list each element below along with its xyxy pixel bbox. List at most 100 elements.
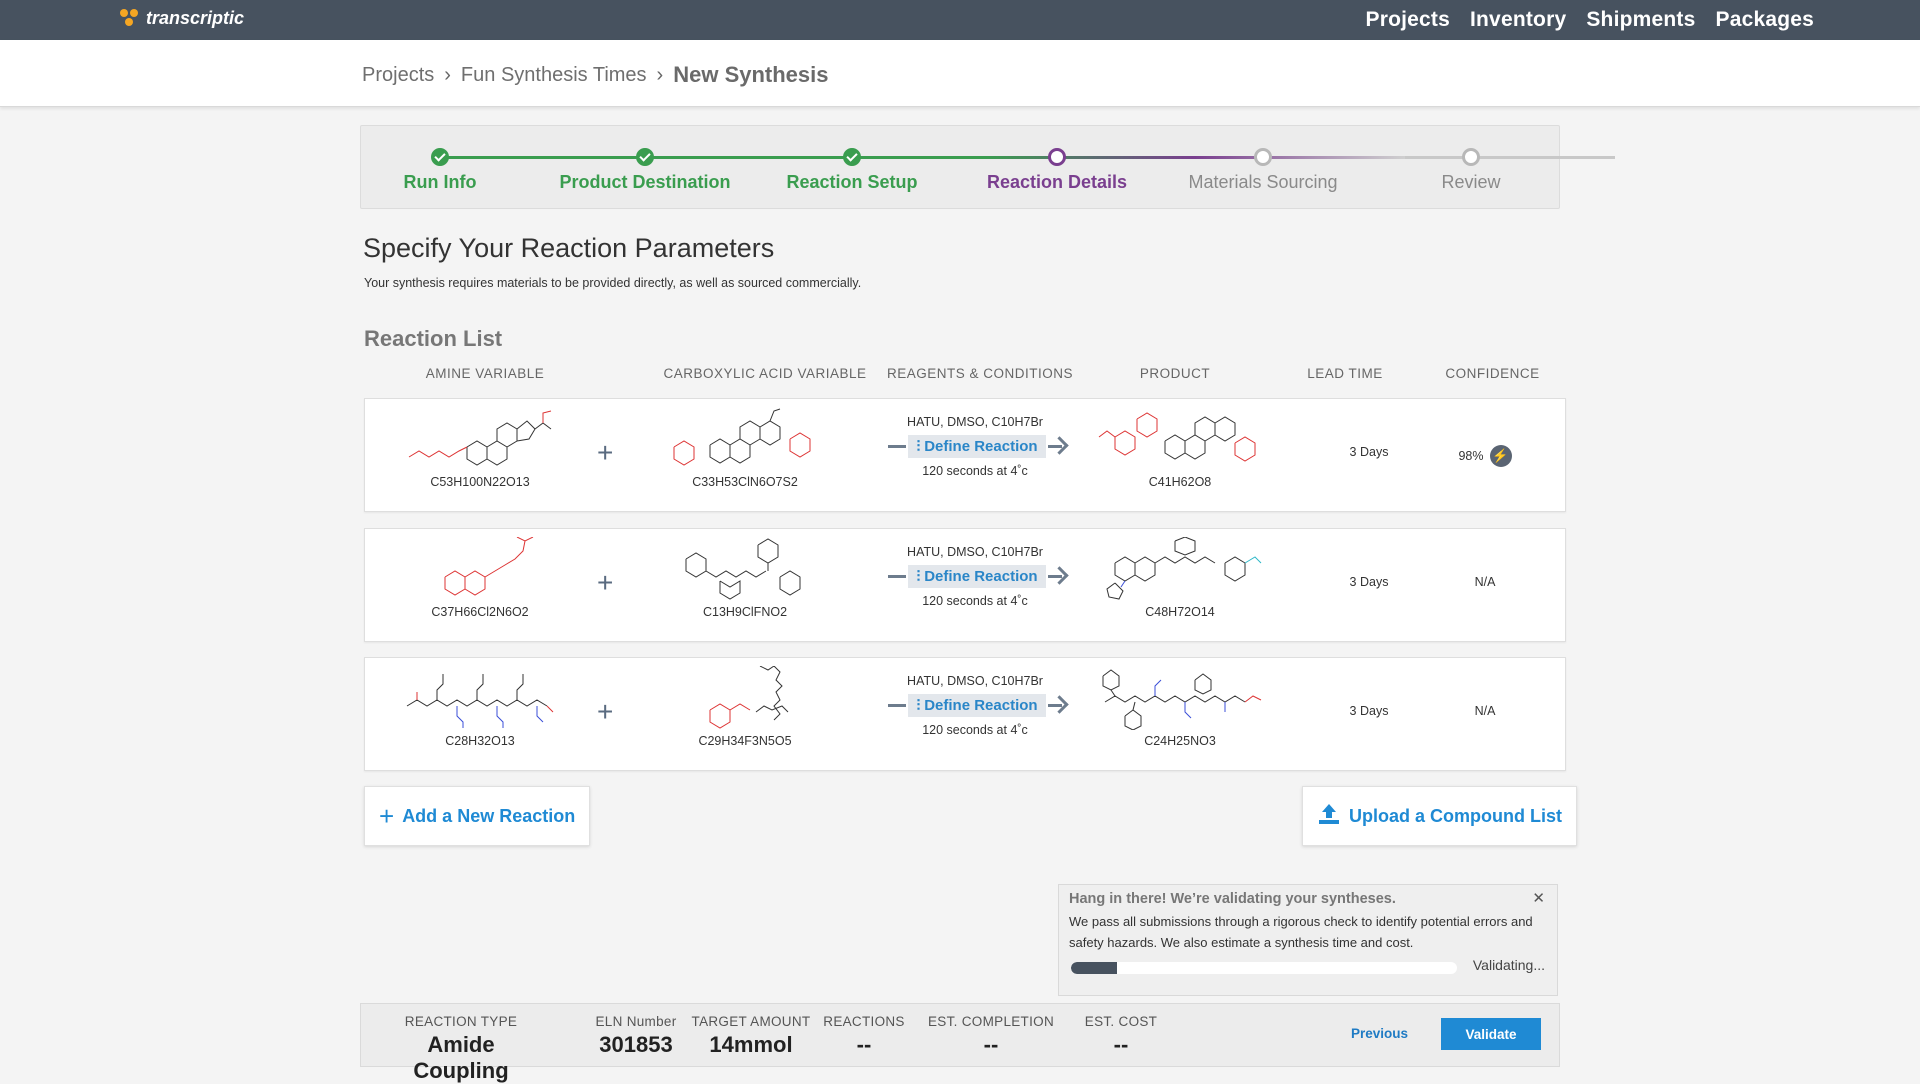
step-review[interactable]: Review bbox=[1371, 148, 1571, 193]
arrow-right-icon bbox=[1047, 445, 1062, 448]
step-label: Review bbox=[1441, 172, 1501, 192]
molecule-structure-icon bbox=[673, 408, 811, 466]
reaction-row[interactable]: C37H66Cl2N6O2 + C13H9ClFNO2 HATU, DMSO, … bbox=[364, 528, 1566, 642]
lead-time: 3 Days bbox=[1349, 445, 1389, 459]
breadcrumb-project[interactable]: Fun Synthesis Times bbox=[461, 64, 647, 87]
plus-icon: + bbox=[379, 800, 395, 831]
col-confidence: CONFIDENCE bbox=[1445, 366, 1540, 381]
chevron-right-icon: › bbox=[444, 63, 451, 86]
reaction-row[interactable]: C28H32O13 + C29H34F3N5O5 HATU, DMSO, C10… bbox=[364, 657, 1566, 771]
define-reaction-button[interactable]: ⫶ Define Reaction bbox=[908, 565, 1046, 588]
step-label: Materials Sourcing bbox=[1188, 172, 1338, 192]
plus-icon: + bbox=[597, 696, 614, 727]
nav-inventory[interactable]: Inventory bbox=[1470, 8, 1566, 32]
molecule-structure-icon bbox=[1106, 537, 1262, 600]
nav-packages[interactable]: Packages bbox=[1715, 8, 1814, 32]
conditions-text: 120 seconds at 4˚c bbox=[922, 723, 1028, 737]
close-icon[interactable]: ✕ bbox=[1532, 889, 1545, 907]
check-icon bbox=[843, 148, 861, 166]
col-amine: AMINE VARIABLE bbox=[425, 366, 545, 381]
validation-status: Validating... bbox=[1472, 957, 1545, 973]
validate-button[interactable]: Validate bbox=[1441, 1018, 1541, 1050]
upload-compound-list-button[interactable]: Upload a Compound List bbox=[1302, 786, 1577, 846]
lead-time: 3 Days bbox=[1349, 704, 1389, 718]
top-navbar: transcriptic Projects Inventory Shipment… bbox=[0, 0, 1920, 40]
lightning-icon[interactable]: ⚡ bbox=[1489, 445, 1512, 467]
main-nav: Projects Inventory Shipments Packages bbox=[1366, 8, 1814, 32]
logo-text: transcriptic bbox=[146, 8, 245, 28]
molecule-structure-icon bbox=[1098, 412, 1256, 462]
stat-reactions: REACTIONS -- bbox=[823, 1014, 905, 1057]
acid-formula: C13H9ClFNO2 bbox=[702, 605, 788, 619]
confidence-value: N/A bbox=[1474, 575, 1496, 589]
reagents-conditions: HATU, DMSO, C10H7Br ⫶ Define Reaction 120… bbox=[875, 415, 1075, 478]
molecule-structure-icon bbox=[444, 537, 534, 596]
arrow-right-icon bbox=[1047, 704, 1062, 707]
stat-reaction-type: REACTION TYPE Amide Coupling bbox=[404, 1014, 518, 1083]
molecule-structure-icon bbox=[685, 538, 801, 600]
active-step-icon bbox=[1048, 148, 1066, 166]
define-reaction-button[interactable]: ⫶ Define Reaction bbox=[908, 694, 1046, 717]
validation-toast: Hang in there! We’re validating your syn… bbox=[1058, 884, 1558, 996]
amine-molecule: C37H66Cl2N6O2 bbox=[405, 537, 555, 619]
acid-formula: C33H53ClN6O7S2 bbox=[692, 475, 798, 489]
reaction-list-title: Reaction List bbox=[364, 326, 503, 351]
step-reaction-details[interactable]: Reaction Details bbox=[957, 148, 1157, 193]
arrow-right-icon bbox=[1047, 575, 1062, 578]
step-label: Run Info bbox=[403, 172, 477, 192]
step-label: Reaction Setup bbox=[786, 172, 918, 192]
plus-icon: + bbox=[597, 567, 614, 598]
validation-progress-bar bbox=[1071, 962, 1457, 974]
amine-formula: C37H66Cl2N6O2 bbox=[431, 605, 529, 619]
conditions-text: 120 seconds at 4˚c bbox=[922, 464, 1028, 478]
amine-molecule: C28H32O13 bbox=[405, 666, 555, 748]
chevron-right-icon: › bbox=[656, 63, 664, 86]
progress-fill bbox=[1071, 962, 1118, 974]
check-icon bbox=[636, 148, 654, 166]
molecule-structure-icon bbox=[408, 410, 552, 466]
reagents-text: HATU, DMSO, C10H7Br bbox=[907, 415, 1043, 429]
plus-icon: + bbox=[597, 437, 614, 468]
nav-shipments[interactable]: Shipments bbox=[1586, 8, 1695, 32]
logo[interactable]: transcriptic bbox=[120, 8, 244, 29]
reaction-row[interactable]: C53H100N22O13 + C33H53ClN6O7S2 HATU, DMS… bbox=[364, 398, 1566, 512]
sliders-icon: ⫶ bbox=[916, 568, 921, 585]
confidence: 98% ⚡ bbox=[1435, 445, 1535, 467]
previous-button[interactable]: Previous bbox=[1351, 1026, 1408, 1041]
col-acid: CARBOXYLIC ACID VARIABLE bbox=[663, 366, 867, 381]
breadcrumb-projects[interactable]: Projects bbox=[362, 64, 434, 87]
product-molecule: C41H62O8 bbox=[1095, 407, 1265, 489]
define-reaction-button[interactable]: ⫶ Define Reaction bbox=[908, 435, 1046, 458]
product-molecule: C24H25NO3 bbox=[1095, 666, 1265, 748]
product-formula: C24H25NO3 bbox=[1144, 734, 1216, 748]
sliders-icon: ⫶ bbox=[916, 697, 921, 714]
stat-est-cost: EST. COST -- bbox=[1084, 1014, 1158, 1057]
step-product-destination[interactable]: Product Destination bbox=[545, 148, 745, 193]
pending-step-icon bbox=[1254, 148, 1272, 166]
step-reaction-setup[interactable]: Reaction Setup bbox=[752, 148, 952, 193]
pending-step-icon bbox=[1462, 148, 1480, 166]
reagents-text: HATU, DMSO, C10H7Br bbox=[907, 674, 1043, 688]
amine-formula: C28H32O13 bbox=[445, 734, 515, 748]
add-reaction-button[interactable]: + Add a New Reaction bbox=[364, 786, 591, 846]
stat-est-completion: EST. COMPLETION -- bbox=[927, 1014, 1055, 1057]
breadcrumb: Projects › Fun Synthesis Times › New Syn… bbox=[362, 62, 829, 88]
col-reagents: REAGENTS & CONDITIONS bbox=[886, 366, 1074, 381]
step-label: Product Destination bbox=[559, 172, 731, 192]
breadcrumb-bar: Projects › Fun Synthesis Times › New Syn… bbox=[0, 40, 1920, 107]
step-materials-sourcing[interactable]: Materials Sourcing bbox=[1163, 148, 1363, 193]
confidence-value: N/A bbox=[1474, 704, 1496, 718]
reagents-text: HATU, DMSO, C10H7Br bbox=[907, 545, 1043, 559]
molecule-structure-icon bbox=[1102, 669, 1262, 730]
step-run-info[interactable]: Run Info bbox=[340, 148, 540, 193]
amine-molecule: C53H100N22O13 bbox=[405, 407, 555, 489]
summary-footer: REACTION TYPE Amide Coupling ELN Number … bbox=[360, 1003, 1560, 1083]
stat-target-amount: TARGET AMOUNT 14mmol bbox=[691, 1014, 811, 1057]
nav-projects[interactable]: Projects bbox=[1366, 8, 1450, 32]
molecule-structure-icon bbox=[406, 674, 554, 728]
logo-icon bbox=[120, 8, 142, 29]
molecule-structure-icon bbox=[709, 666, 789, 729]
product-molecule: C48H72O14 bbox=[1095, 537, 1265, 619]
page-subtitle: Your synthesis requires materials to be … bbox=[364, 276, 862, 290]
acid-formula: C29H34F3N5O5 bbox=[698, 734, 792, 748]
